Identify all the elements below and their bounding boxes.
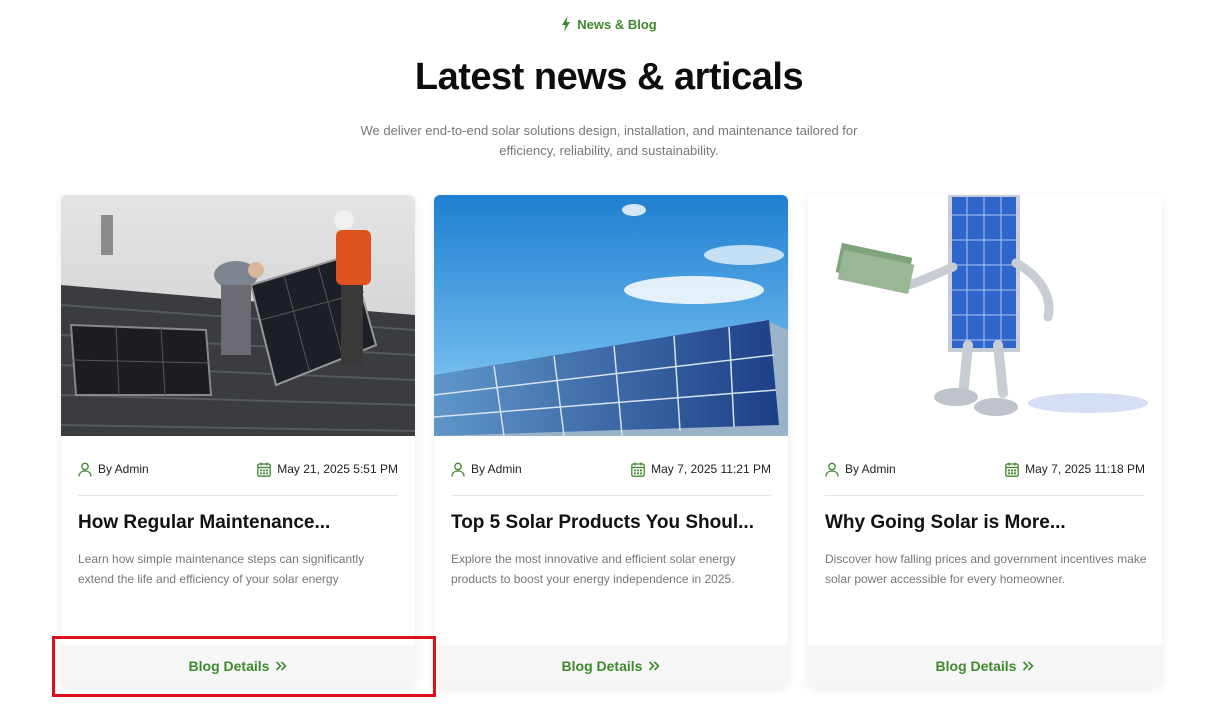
section-subtitle: We deliver end-to-end solar solutions de… (360, 123, 858, 158)
user-icon (451, 462, 465, 477)
blog-card-title[interactable]: Top 5 Solar Products You Shoul... (451, 512, 776, 534)
blog-card-date: May 7, 2025 11:18 PM (1025, 462, 1145, 476)
blog-card: By Admin May 21, 2025 5:51 PM How Regula… (61, 195, 415, 687)
blog-card-author: By Admin (845, 462, 896, 476)
divider (825, 495, 1145, 496)
double-chevron-right-icon (276, 661, 288, 671)
blog-card-excerpt: Learn how simple maintenance steps can s… (78, 552, 365, 586)
section-eyebrow: News & Blog (0, 16, 1218, 32)
blog-card-image[interactable] (434, 195, 788, 436)
blog-card-title[interactable]: How Regular Maintenance... (78, 512, 403, 534)
blog-card: By Admin May 7, 2025 11:21 PM Top 5 Sola… (434, 195, 788, 687)
blog-card: By Admin May 7, 2025 11:18 PM Why Going … (808, 195, 1162, 687)
double-chevron-right-icon (1023, 661, 1035, 671)
eyebrow-label: News & Blog (577, 16, 657, 32)
blog-card-meta: By Admin May 7, 2025 11:18 PM (825, 459, 1145, 479)
blog-details-button[interactable]: Blog Details (808, 645, 1162, 687)
blog-card-image[interactable] (61, 195, 415, 436)
calendar-icon (1005, 462, 1019, 477)
blog-card-meta: By Admin May 21, 2025 5:51 PM (78, 459, 398, 479)
user-icon (78, 462, 92, 477)
blog-details-label: Blog Details (188, 658, 270, 674)
blog-card-excerpt: Discover how falling prices and governme… (825, 552, 1147, 586)
section-title: Latest news & articals (414, 56, 804, 98)
blog-details-label: Blog Details (561, 658, 643, 674)
blog-card-author: By Admin (471, 462, 522, 476)
blog-card-date: May 21, 2025 5:51 PM (277, 462, 398, 476)
blog-card-author: By Admin (98, 462, 149, 476)
blog-card-title[interactable]: Why Going Solar is More... (825, 512, 1150, 534)
divider (451, 495, 771, 496)
double-chevron-right-icon (649, 661, 661, 671)
calendar-icon (257, 462, 272, 477)
blog-card-excerpt: Explore the most innovative and efficien… (451, 552, 736, 586)
blog-details-label: Blog Details (935, 658, 1017, 674)
blog-card-image[interactable] (808, 195, 1162, 436)
blog-details-button[interactable]: Blog Details (61, 645, 415, 687)
blog-card-meta: By Admin May 7, 2025 11:21 PM (451, 459, 771, 479)
lightning-icon (562, 16, 571, 32)
blog-details-button[interactable]: Blog Details (434, 645, 788, 687)
calendar-icon (631, 462, 645, 477)
blog-card-date: May 7, 2025 11:21 PM (651, 462, 771, 476)
divider (78, 495, 398, 496)
user-icon (825, 462, 839, 477)
